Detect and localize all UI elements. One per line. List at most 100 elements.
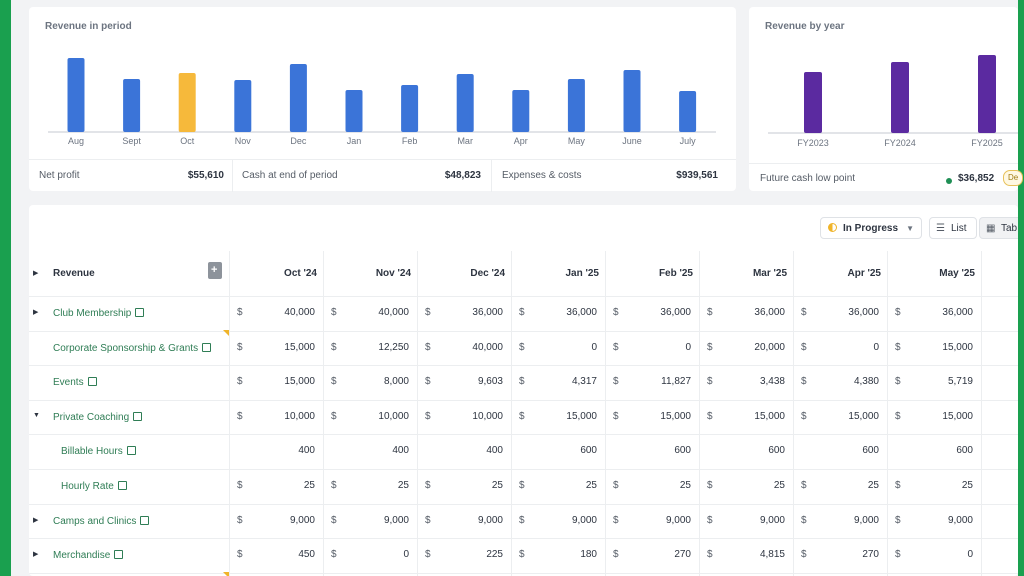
cell-value[interactable]: 600 [517,445,597,456]
cell-value[interactable]: 15,000 [517,411,597,422]
row-label[interactable]: Hourly Rate [61,480,127,492]
cell-value[interactable]: 0 [893,549,973,560]
edit-icon[interactable] [114,550,124,560]
expand-all-icon[interactable]: ▶ [33,269,38,277]
edit-icon[interactable] [126,446,136,456]
row-label[interactable]: Camps and Clinics [53,515,150,527]
cell-value[interactable]: 9,000 [705,515,785,526]
cell-value[interactable]: 270 [799,549,879,560]
cell-value[interactable]: 0 [611,342,691,353]
cell-value[interactable]: 8,000 [329,376,409,387]
cell-value[interactable]: 25 [705,480,785,491]
table-view-button[interactable]: ▦ Tab [979,217,1018,239]
cell-value[interactable]: 4,317 [517,376,597,387]
cell-value[interactable]: 225 [423,549,503,560]
cell-value[interactable]: 15,000 [235,376,315,387]
add-document-icon[interactable] [208,262,222,279]
edit-icon[interactable] [117,481,127,490]
cell-value[interactable]: 9,000 [235,515,315,526]
cell-value[interactable]: 40,000 [235,307,315,318]
cell-value[interactable]: 600 [893,445,973,456]
cell-value[interactable]: 10,000 [329,411,409,422]
future-cash-badge[interactable]: De [1003,170,1024,186]
cell-value[interactable]: 180 [517,549,597,560]
cell-value[interactable]: 4,815 [705,549,785,560]
cell-value[interactable]: 15,000 [893,411,973,422]
cell-value[interactable]: 600 [705,445,785,456]
cell-value[interactable]: 25 [235,480,315,491]
cell-value[interactable]: 0 [329,549,409,560]
cell-value[interactable]: 9,000 [799,515,879,526]
cell-value[interactable]: 20,000 [705,342,785,353]
table-row[interactable]: ▶ Merchandise $450 $0 $225 $180 $270 $4,815 $270… [29,538,1018,574]
table-row[interactable]: Events $15,000 $8,000 $9,603 $4,317 $11,827 $3… [29,365,1018,401]
table-row[interactable]: Corporate Sponsorship & Grants $15,000 $12… [29,331,1018,367]
comment-marker-icon[interactable] [223,572,229,576]
cell-value[interactable]: 15,000 [235,342,315,353]
cell-value[interactable]: 36,000 [705,307,785,318]
table-row[interactable]: Billable Hours 400 400 400 600 600 600 600 600 [29,434,1018,470]
cell-value[interactable]: 15,000 [799,411,879,422]
edit-icon[interactable] [140,515,150,525]
cell-value[interactable]: 10,000 [235,411,315,422]
cell-value[interactable]: 9,603 [423,376,503,387]
table-row[interactable]: ▶ Camps and Clinics $9,000 $9,000 $9,000 $9,0… [29,504,1018,540]
cell-value[interactable]: 400 [423,445,503,456]
cell-value[interactable]: 12,250 [329,342,409,353]
cell-value[interactable]: 15,000 [893,342,973,353]
row-label[interactable]: Club Membership [53,307,145,319]
table-row[interactable]: ▼ Private Coaching $10,000 $10,000 $10,000 $1… [29,400,1018,436]
cell-value[interactable]: 9,000 [893,515,973,526]
collapse-row-icon[interactable]: ▼ [33,412,40,419]
cell-value[interactable]: 36,000 [893,307,973,318]
row-label[interactable]: Corporate Sponsorship & Grants [53,342,212,354]
row-label[interactable]: Billable Hours [61,445,136,457]
cell-value[interactable]: 36,000 [423,307,503,318]
cell-value[interactable]: 25 [611,480,691,491]
cell-value[interactable]: 9,000 [329,515,409,526]
expand-row-icon[interactable]: ▶ [33,308,38,316]
cell-value[interactable]: 9,000 [611,515,691,526]
row-label[interactable]: Events [53,376,97,388]
cell-value[interactable]: 270 [611,549,691,560]
row-label[interactable]: Private Coaching [53,411,143,423]
cell-value[interactable]: 0 [799,342,879,353]
edit-icon[interactable] [133,411,143,421]
cell-value[interactable]: 4,380 [799,376,879,387]
status-dropdown[interactable]: In Progress ▼ [820,217,922,239]
table-row[interactable]: ▶ Club Membership $40,000 $40,000 $36,000 $36… [29,296,1018,332]
cell-value[interactable]: 25 [799,480,879,491]
edit-icon[interactable] [87,377,97,387]
edit-icon[interactable] [135,308,145,317]
cell-value[interactable]: 36,000 [517,307,597,318]
cell-value[interactable]: 40,000 [329,307,409,318]
cell-value[interactable]: 9,000 [517,515,597,526]
cell-value[interactable]: 25 [893,480,973,491]
cell-value[interactable]: 40,000 [423,342,503,353]
expand-row-icon[interactable]: ▶ [33,516,38,524]
cell-value[interactable]: 25 [423,480,503,491]
list-view-button[interactable]: ☰ List [929,217,977,239]
expand-row-icon[interactable]: ▶ [33,550,38,558]
cell-value[interactable]: 400 [329,445,409,456]
cell-value[interactable]: 450 [235,549,315,560]
cell-value[interactable]: 25 [329,480,409,491]
cell-value[interactable]: 0 [517,342,597,353]
cell-value[interactable]: 36,000 [611,307,691,318]
comment-marker-icon[interactable] [223,330,229,336]
cell-value[interactable]: 15,000 [705,411,785,422]
cell-value[interactable]: 400 [235,445,315,456]
cell-value[interactable]: 5,719 [893,376,973,387]
table-row[interactable]: Hourly Rate $25 $25 $25 $25 $25 $25 $25 $25 [29,469,1018,505]
edit-icon[interactable] [202,342,212,352]
cell-value[interactable]: 25 [517,480,597,491]
cell-value[interactable]: 11,827 [611,376,691,387]
cell-value[interactable]: 15,000 [611,411,691,422]
cell-value[interactable]: 600 [799,445,879,456]
cell-value[interactable]: 10,000 [423,411,503,422]
cell-value[interactable]: 3,438 [705,376,785,387]
cell-value[interactable]: 9,000 [423,515,503,526]
row-label[interactable]: Merchandise [53,549,124,561]
cell-value[interactable]: 36,000 [799,307,879,318]
cell-value[interactable]: 600 [611,445,691,456]
